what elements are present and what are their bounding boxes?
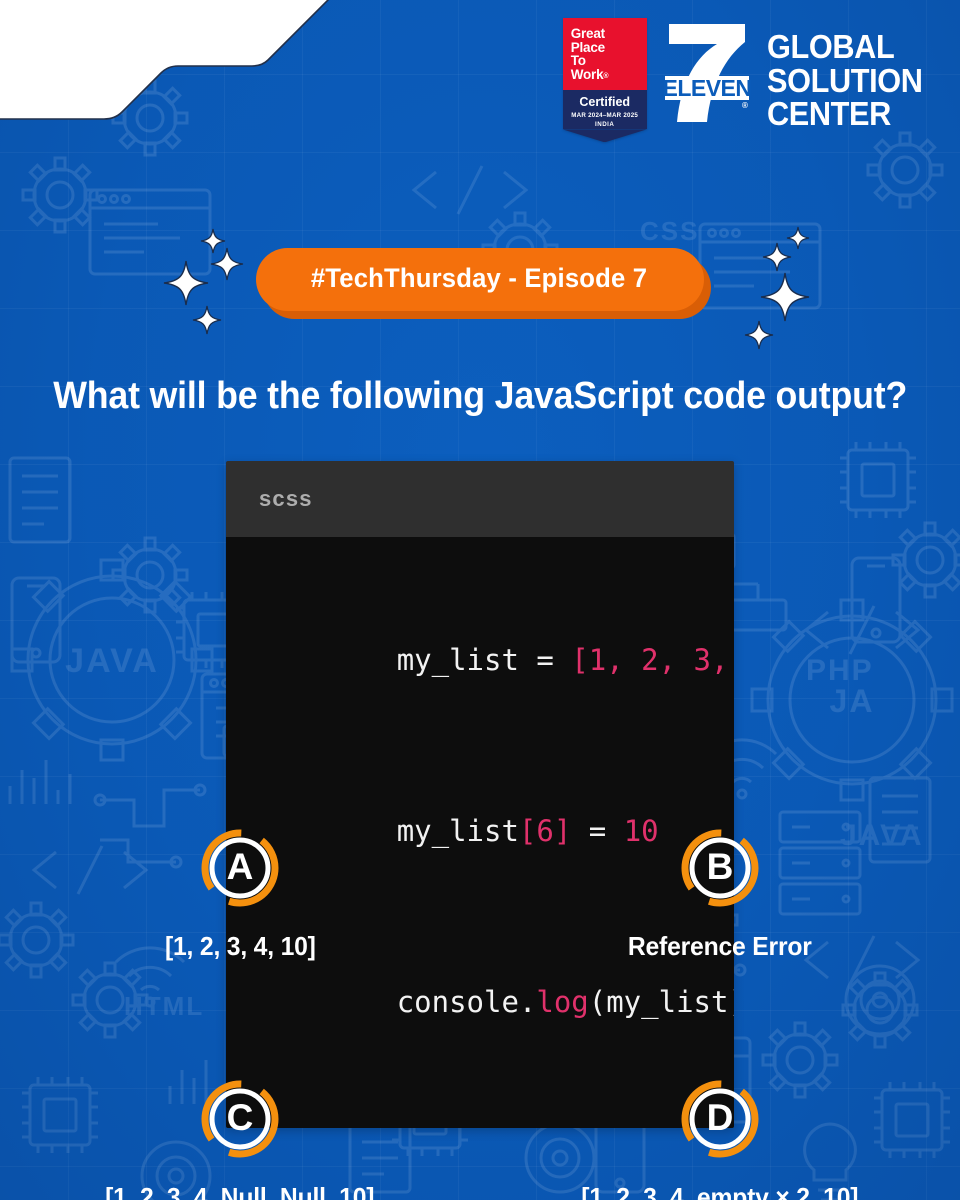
svg-text:JAVA: JAVA xyxy=(65,642,159,680)
gsc-line-solution: SOLUTION xyxy=(766,61,923,99)
code-language-label: scss xyxy=(259,486,313,511)
option-letter-a: A xyxy=(226,846,254,887)
option-letter-c: C xyxy=(226,1097,254,1138)
answer-option-b[interactable]: B Reference Error xyxy=(480,828,960,962)
answer-option-c[interactable]: C [1, 2, 3, 4, Null, Null, 10] xyxy=(0,1079,480,1200)
svg-text:PHP: PHP xyxy=(806,654,874,687)
option-label-b: Reference Error xyxy=(628,931,812,961)
gptw-navy-panel: Certified MAR 2024–MAR 2025 INDIA xyxy=(562,90,647,130)
question-text: What will be the following JavaScript co… xyxy=(53,375,907,417)
gptw-line4: Work® xyxy=(570,66,609,82)
header-logos: Great Place To Work® Certified MAR 2024–… xyxy=(562,18,934,143)
gptw-badge-point xyxy=(562,129,647,143)
gptw-red-panel: Great Place To Work® xyxy=(562,18,647,91)
code-token-literal: [1, 2, 3, 4] xyxy=(571,643,729,677)
option-letter-b: B xyxy=(706,846,734,887)
episode-pill-label: #TechThursday - Episode 7 xyxy=(310,263,648,293)
svg-text:CSS: CSS xyxy=(640,216,699,246)
code-line: my_list = [1, 2, 3, 4] xyxy=(257,575,734,746)
great-place-to-work-badge: Great Place To Work® Certified MAR 2024–… xyxy=(562,18,647,143)
svg-text:JA: JA xyxy=(830,683,875,719)
seven-eleven-logo: ELEVEN ® xyxy=(661,18,753,128)
global-solution-center-wordmark: GLOBAL SOLUTION CENTER xyxy=(767,18,923,131)
option-badge-d[interactable]: D xyxy=(680,1079,760,1159)
answer-option-d[interactable]: D [1, 2, 3, 4, empty × 2, 10] xyxy=(480,1079,960,1200)
option-badge-b[interactable]: B xyxy=(680,828,760,908)
gptw-line1: Great xyxy=(570,26,605,41)
question-heading: What will be the following JavaScript co… xyxy=(0,375,960,418)
seven-eleven-wordmark: ELEVEN xyxy=(662,75,751,101)
options-row-spacer xyxy=(0,962,960,1079)
option-label-c: [1, 2, 3, 4, Null, Null, 10] xyxy=(105,1182,375,1200)
gsc-line-global: GLOBAL xyxy=(766,28,895,65)
gptw-certified-label: Certified xyxy=(579,95,631,110)
episode-pill: #TechThursday - Episode 7 xyxy=(255,248,705,311)
gptw-validity-dates: MAR 2024–MAR 2025 xyxy=(571,112,639,120)
option-label-d: [1, 2, 3, 4, empty × 2, 10] xyxy=(581,1182,859,1200)
option-badge-c[interactable]: C xyxy=(200,1079,280,1159)
code-card-header: scss xyxy=(226,461,734,537)
tech-thursday-quiz-post: JAVA JA PHP JAVA HTML CSS Great Place To… xyxy=(0,0,960,1200)
gsc-line-center: CENTER xyxy=(766,95,891,132)
answer-options: A [1, 2, 3, 4, 10] B Reference Error C [… xyxy=(0,828,960,1200)
code-token: my_list = xyxy=(396,643,572,677)
answer-options-row-2: C [1, 2, 3, 4, Null, Null, 10] D [1, 2, … xyxy=(0,1079,960,1200)
episode-pill-wrapper: #TechThursday - Episode 7 xyxy=(0,248,960,311)
registered-mark-icon: ® xyxy=(603,72,609,80)
option-badge-a[interactable]: A xyxy=(200,828,280,908)
answer-options-row-1: A [1, 2, 3, 4, 10] B Reference Error xyxy=(0,828,960,962)
gptw-line3: To xyxy=(570,53,586,69)
svg-text:®: ® xyxy=(742,101,748,110)
option-label-a: [1, 2, 3, 4, 10] xyxy=(164,931,316,961)
gptw-country-label: INDIA xyxy=(595,121,615,129)
answer-option-a[interactable]: A [1, 2, 3, 4, 10] xyxy=(0,828,480,962)
gptw-line2: Place xyxy=(570,39,605,55)
option-letter-d: D xyxy=(706,1097,734,1138)
corner-swoosh-graphic xyxy=(0,0,340,132)
